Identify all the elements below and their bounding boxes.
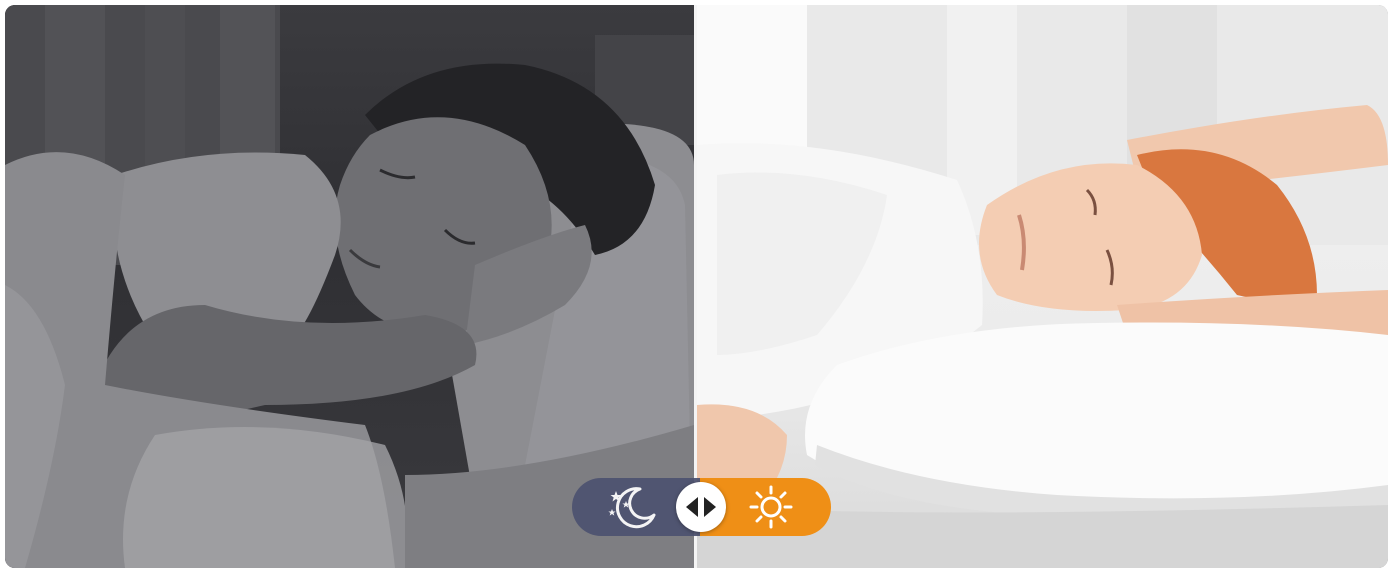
split-handle[interactable]	[676, 482, 726, 532]
blanket-fold	[123, 427, 408, 568]
comparison-frame	[5, 5, 1388, 568]
left-right-arrows-icon	[686, 497, 716, 517]
day-night-toggle[interactable]	[572, 478, 831, 536]
sun-icon	[748, 485, 794, 534]
moon-stars-icon	[602, 485, 658, 534]
